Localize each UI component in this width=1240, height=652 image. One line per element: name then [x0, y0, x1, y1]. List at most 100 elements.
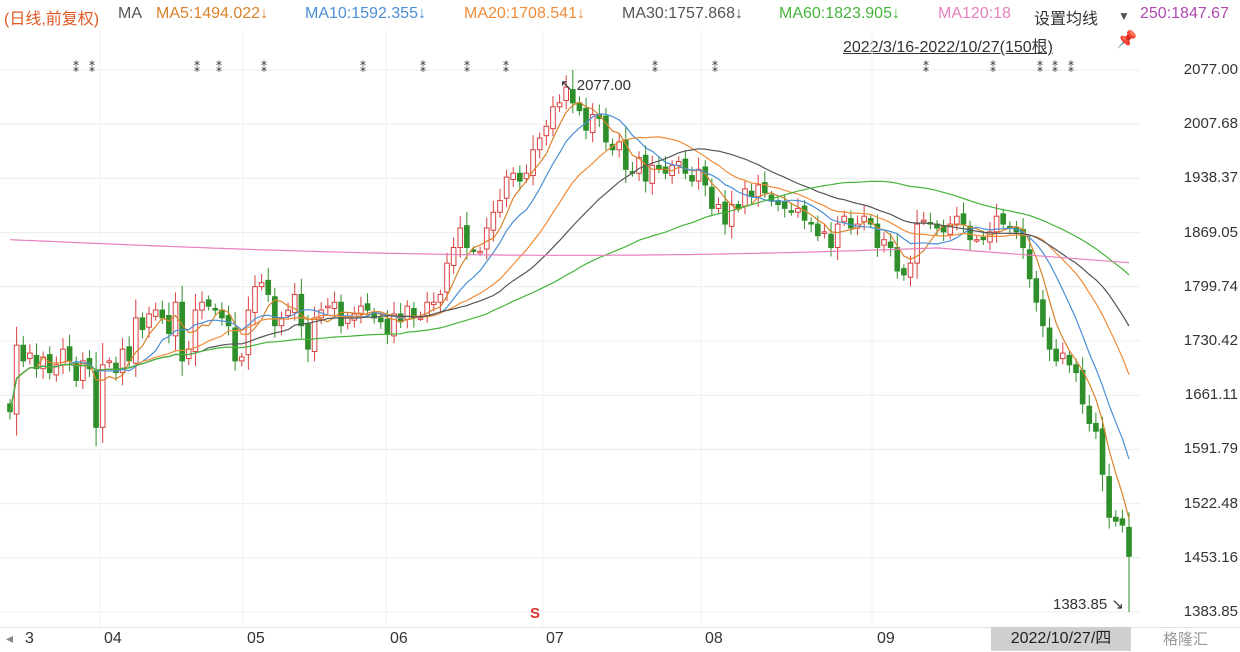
- y-tick-label: 1661.11: [1184, 386, 1238, 404]
- candle: [748, 183, 755, 205]
- candlestick-plot[interactable]: ⁑ ⁑ ⁑ ⁑ ⁑ ⁑ ⁑ ⁑ ⁑ ⁑ ⁑ ⁑ ⁑ ⁑ ⁑ ⁑: [0, 0, 1140, 627]
- candle: [973, 234, 980, 243]
- candle: [1053, 338, 1059, 367]
- ma120-line: [9, 239, 1130, 264]
- event-marker: ⁑: [1052, 60, 1058, 75]
- candle: [358, 296, 364, 324]
- s-signal-mark: S: [530, 605, 541, 622]
- candle: [179, 285, 185, 376]
- candle: [106, 357, 113, 368]
- candle: [1079, 357, 1086, 414]
- candle: [543, 119, 550, 146]
- candle: [265, 268, 272, 302]
- candle: [219, 302, 225, 326]
- candle: [457, 216, 464, 258]
- candle: [576, 96, 583, 116]
- candle: [258, 274, 265, 291]
- candle: [139, 312, 146, 339]
- candle: [272, 287, 278, 338]
- max-price-value: 2077.00: [576, 77, 631, 94]
- candle: [1086, 394, 1093, 432]
- candle: [298, 278, 305, 339]
- candle: [715, 197, 722, 214]
- candle: [556, 94, 563, 113]
- candle: [464, 211, 470, 260]
- candle: [1033, 270, 1040, 312]
- candle: [185, 341, 192, 366]
- event-marker: ⁑: [1068, 60, 1074, 75]
- candle: [907, 255, 914, 287]
- candle: [331, 291, 338, 318]
- event-marker: ⁑: [923, 60, 929, 75]
- candle: [66, 334, 73, 372]
- y-tick-label: 1383.85: [1183, 603, 1238, 620]
- candle: [695, 157, 702, 190]
- event-marker: ⁑: [194, 60, 200, 75]
- candle: [927, 212, 934, 230]
- candle: [33, 343, 40, 378]
- candle: [27, 344, 33, 365]
- candle: [530, 135, 536, 186]
- candle: [616, 134, 622, 158]
- candle: [40, 351, 46, 379]
- candle: [583, 97, 589, 140]
- event-marker: ⁑: [464, 60, 470, 75]
- current-date-label: 2022/10/27/四: [991, 627, 1131, 651]
- event-marker: ⁑: [73, 60, 79, 75]
- candle: [642, 145, 649, 193]
- candle: [656, 156, 662, 174]
- candle: [649, 155, 656, 195]
- candle: [1040, 290, 1046, 338]
- y-tick-label: 2007.68: [1183, 115, 1238, 133]
- y-tick-label: 1730.42: [1183, 332, 1238, 349]
- candle: [1059, 342, 1066, 365]
- candle: [901, 264, 907, 281]
- candle: [60, 338, 66, 375]
- y-tick-label: 1591.79: [1183, 440, 1238, 458]
- month-label-08: 08: [705, 630, 723, 647]
- month-label-09: 09: [877, 630, 895, 647]
- candle: [1112, 510, 1119, 527]
- month-label-06: 06: [390, 630, 408, 647]
- max-price-label: ↖ 2077.00: [560, 77, 631, 94]
- month-label-3: 3: [25, 630, 34, 647]
- candle: [325, 298, 331, 315]
- candle: [1046, 317, 1053, 362]
- month-label-05: 05: [247, 630, 265, 647]
- candle: [205, 295, 212, 311]
- scroll-left-icon[interactable]: ◂: [6, 630, 13, 647]
- candle: [305, 315, 311, 363]
- min-price-label: 1383.85 ↘: [1053, 596, 1124, 613]
- candle: [364, 293, 371, 315]
- candle: [371, 308, 377, 324]
- candle: [914, 209, 920, 279]
- candle: [344, 312, 351, 330]
- candle: [53, 356, 60, 382]
- event-marker: ⁑: [360, 60, 366, 75]
- candle: [848, 210, 854, 235]
- candle: [1119, 509, 1126, 533]
- candle: [954, 206, 960, 231]
- candle: [1020, 218, 1026, 259]
- candle: [404, 300, 411, 329]
- event-marker: ⁑: [990, 60, 996, 75]
- event-marker: ⁑: [503, 60, 509, 75]
- month-label-07: 07: [546, 630, 564, 647]
- candle: [93, 351, 99, 447]
- y-tick-label: 1938.37: [1183, 169, 1238, 187]
- candle: [503, 169, 510, 208]
- event-marker: ⁑: [261, 60, 267, 75]
- candle: [119, 338, 126, 386]
- y-tick-label: 1522.48: [1183, 494, 1238, 512]
- candle: [894, 233, 901, 279]
- candle: [99, 342, 106, 443]
- candle: [801, 200, 808, 230]
- candle: [682, 150, 689, 180]
- candle: [80, 352, 86, 390]
- y-tick-label: 1799.74: [1183, 277, 1238, 295]
- candle: [1093, 412, 1099, 440]
- event-marker: ⁑: [216, 60, 222, 75]
- candle: [1126, 512, 1132, 612]
- watermark-logo: 格隆汇: [1163, 631, 1209, 648]
- y-tick-label: 2077.00: [1183, 61, 1238, 78]
